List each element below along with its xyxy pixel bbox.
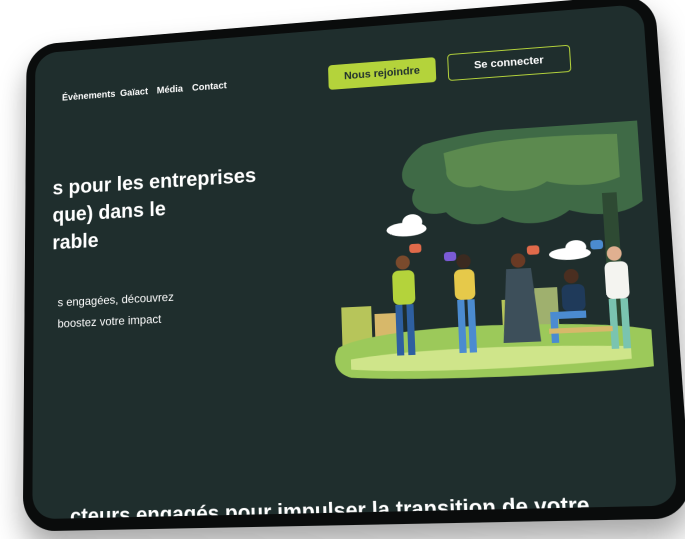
person-3-figure: [499, 253, 542, 344]
hero-title: s pour les entreprises que) dans le rabl…: [52, 155, 357, 257]
nav-contact[interactable]: Contact: [192, 81, 227, 94]
nav-evenements[interactable]: Évènements: [62, 89, 115, 103]
nav-gaiact[interactable]: Gaïact: [120, 87, 148, 99]
hero-description: s engagées, découvrez boostez votre impa…: [58, 281, 267, 334]
connect-button[interactable]: Se connecter: [447, 44, 572, 82]
community-illustration: [334, 120, 655, 383]
nav-media[interactable]: Média: [157, 84, 183, 96]
join-button[interactable]: Nous rejoindre: [328, 57, 437, 90]
tablet-device: Évènements Gaïact Média Contact Nous rej…: [22, 0, 685, 532]
top-navigation: Évènements Gaïact Média Contact Nous rej…: [35, 37, 648, 121]
website-screen: Évènements Gaïact Média Contact Nous rej…: [32, 3, 678, 520]
